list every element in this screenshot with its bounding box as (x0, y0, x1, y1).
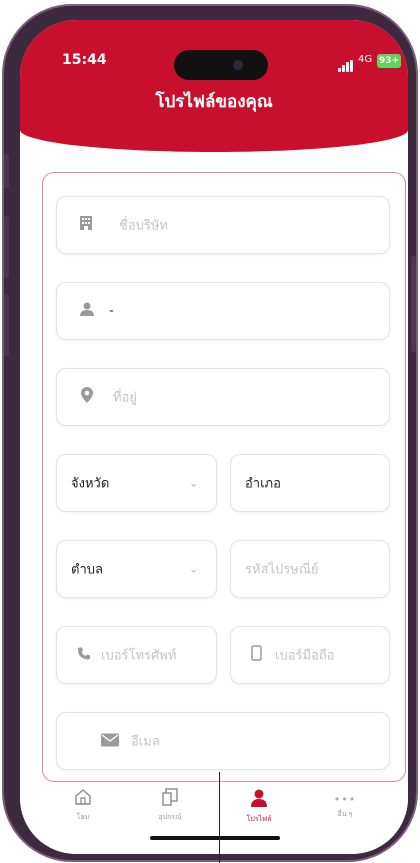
front-camera (233, 60, 243, 70)
tab-devices-label: อุปกรณ์ (158, 813, 182, 821)
email-field[interactable]: อีเมล (56, 712, 390, 770)
contact-name-field[interactable]: - (56, 282, 390, 340)
phone-icon (77, 646, 91, 665)
page-title: โปรไฟล์ของคุณ (155, 92, 273, 112)
contact-name-value: - (109, 303, 114, 319)
company-name-field[interactable]: ชื่อบริษัท (56, 196, 390, 254)
more-icon: ••• (333, 793, 357, 806)
status-bar: 15:44 4G 93+ (20, 20, 408, 80)
company-name-placeholder: ชื่อบริษัท (119, 218, 169, 234)
power-button (411, 256, 416, 352)
volume-down-button (4, 294, 9, 356)
subdistrict-value: ตำบล (71, 562, 103, 578)
network-label: 4G (358, 54, 373, 65)
home-icon (74, 789, 92, 810)
tab-profile[interactable]: โปรไฟล์ (224, 788, 294, 825)
status-time: 15:44 (62, 52, 107, 68)
address-placeholder: ที่อยู่ (113, 390, 137, 406)
tab-profile-label: โปรไฟล์ (246, 815, 272, 823)
building-icon (79, 215, 93, 235)
postal-code-field[interactable]: รหัสไปรษณีย์ (230, 540, 390, 598)
mobile-icon (251, 645, 262, 665)
devices-icon (161, 788, 179, 810)
profile-icon (249, 789, 269, 812)
province-value: จังหวัด (71, 476, 110, 492)
mobile-placeholder: เบอร์มือถือ (275, 648, 335, 664)
profile-header: 15:44 4G 93+ โปรไฟล์ของคุณ (20, 20, 408, 152)
app-screen: 15:44 4G 93+ โปรไฟล์ของคุณ 1 (20, 20, 408, 854)
district-value: อำเภอ (245, 476, 281, 492)
pointer-line (219, 772, 220, 863)
home-indicator (150, 836, 280, 840)
province-select[interactable]: จังหวัด ⌄ (56, 454, 217, 512)
email-placeholder: อีเมล (131, 734, 160, 750)
signal-icon (338, 60, 356, 72)
battery-badge: 93+ (377, 54, 402, 68)
chevron-down-icon: ⌄ (189, 562, 199, 576)
phone-placeholder: เบอร์โทรศัพท์ (101, 648, 177, 664)
volume-up-button (4, 216, 9, 278)
subdistrict-select[interactable]: ตำบล ⌄ (56, 540, 217, 598)
district-select[interactable]: อำเภอ (230, 454, 390, 512)
location-pin-icon (81, 387, 93, 407)
bottom-tab-bar: โฮม อุปกรณ์ โปรไฟล์ ••• อื่น ๆ (20, 782, 408, 854)
chevron-down-icon: ⌄ (189, 476, 199, 490)
tab-home-label: โฮม (76, 813, 90, 821)
phone-field[interactable]: เบอร์โทรศัพท์ (56, 626, 217, 684)
mute-switch (4, 154, 9, 188)
person-icon (79, 301, 95, 321)
address-field[interactable]: ที่อยู่ (56, 368, 390, 426)
dynamic-island (174, 50, 268, 80)
postal-code-placeholder: รหัสไปรษณีย์ (245, 562, 319, 578)
tab-devices[interactable]: อุปกรณ์ (135, 788, 205, 823)
mail-icon (101, 732, 119, 751)
mobile-field[interactable]: เบอร์มือถือ (230, 626, 390, 684)
tab-home[interactable]: โฮม (48, 788, 118, 823)
phone-frame: 15:44 4G 93+ โปรไฟล์ของคุณ 1 (2, 4, 418, 862)
tab-more[interactable]: ••• อื่น ๆ (310, 788, 380, 820)
tab-more-label: อื่น ๆ (337, 810, 353, 818)
